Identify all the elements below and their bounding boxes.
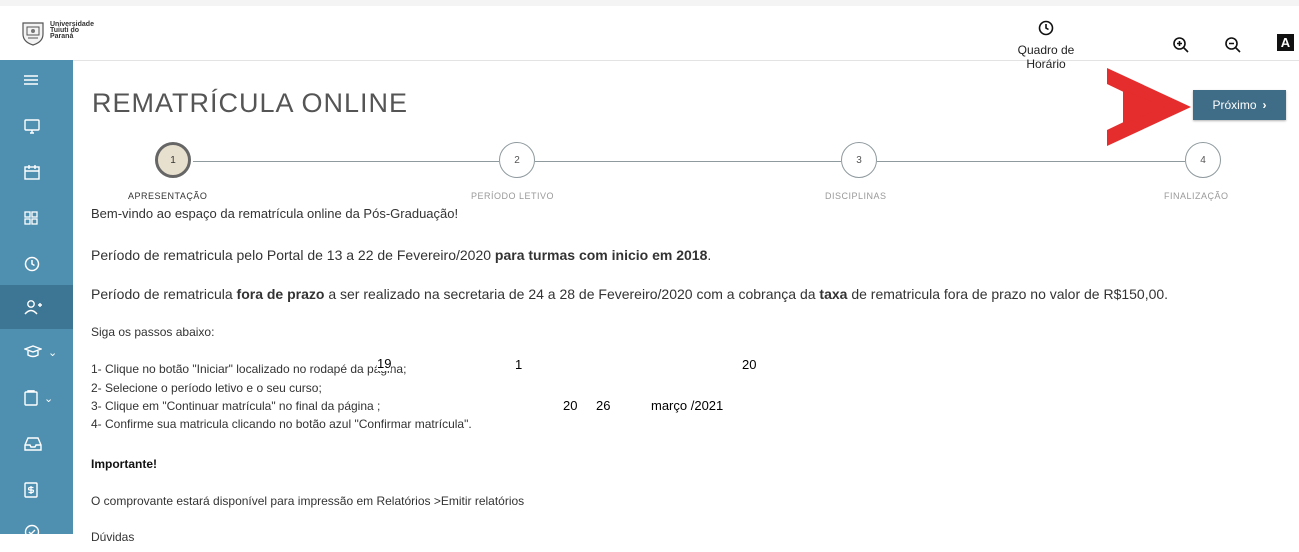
zoom-out-icon[interactable] [1224,36,1242,59]
sidebar-item-finance[interactable] [0,470,73,510]
graduation-icon [24,345,42,358]
step-2-circle[interactable]: 2 [499,142,535,178]
next-button-label: Próximo [1212,98,1257,112]
overlay-date: março /2021 [651,398,724,413]
late-text-mid: a ser realizado na secretaria de 24 a 28… [324,286,820,302]
sidebar-item-schedule[interactable] [0,244,73,284]
sidebar-item-inbox[interactable] [0,424,73,464]
monitor-icon [24,118,40,134]
important-heading: Importante! [91,457,157,471]
step-connector [535,161,841,162]
stepper: 1 2 3 4 APRESENTAÇÃO PERÍODO LETIVO DISC… [73,142,1299,204]
period-text: Período de rematricula pelo Portal de 13… [91,247,711,263]
step-1-circle[interactable]: 1 [155,142,191,178]
sidebar-menu-toggle[interactable] [0,60,73,100]
page-title: REMATRÍCULA ONLINE [92,88,409,118]
next-button[interactable]: Próximo › [1193,90,1286,120]
contrast-glyph: A [1280,35,1291,50]
step-instruction-1: 1- Clique no botão "Iniciar" localizado … [91,362,407,376]
period-text-bold: para turmas com inicio em 2018 [494,247,708,263]
sidebar-item-dashboard[interactable] [0,106,73,146]
period-text-pre: Período de rematricula pelo Portal de 13… [91,247,495,263]
step-connector [193,161,499,162]
step-3-circle[interactable]: 3 [841,142,877,178]
overlay-number: 19 [377,356,392,371]
zoom-in-icon[interactable] [1172,36,1190,59]
chevron-down-icon: ⌄ [48,346,58,359]
step-4-circle[interactable]: 4 [1185,142,1221,178]
step-1-label: APRESENTAÇÃO [128,191,208,201]
inbox-icon [24,437,42,451]
sidebar-item-enrollment[interactable] [0,285,73,329]
late-text-fee: taxa [819,286,848,302]
logo-text: Universidade Tuiuti do Paraná [50,21,94,40]
main-content: REMATRÍCULA ONLINE Próximo › 1 2 3 4 APR… [73,60,1299,544]
questions-text: Dúvidas [91,530,135,544]
late-text-bold: fora de prazo [236,286,325,302]
step-connector [877,161,1185,162]
top-bar: Universidade Tuiuti do Paraná Quadro de … [0,6,1299,71]
receipt-text: O comprovante estará disponível para imp… [91,494,525,508]
logo-line-3: Paraná [50,33,74,40]
overlay-number: 1 [515,357,523,372]
late-period-text: Período de rematricula fora de prazo a s… [91,286,1168,302]
check-circle-icon [24,524,40,540]
clock-icon [24,256,40,272]
welcome-text: Bem-vindo ao espaço da rematrícula onlin… [91,206,459,221]
overlay-number: 26 [596,398,611,413]
contrast-icon[interactable]: A [1277,34,1294,51]
calendar-icon [24,164,40,180]
step-instruction-4: 4- Confirme sua matricula clicando no bo… [91,417,472,431]
sidebar-item-calendar[interactable] [0,152,73,192]
step-4-label: FINALIZAÇÃO [1164,191,1229,201]
red-arrow-icon [1107,68,1191,146]
steps-intro: Siga os passos abaixo: [91,325,215,339]
chevron-down-icon: ⌄ [44,392,54,405]
step-instruction-2: 2- Selecione o período letivo e o seu cu… [91,381,322,395]
menu-icon [24,75,38,85]
chevron-right-icon: › [1262,98,1267,112]
clock-icon [1038,20,1054,36]
sidebar: ⌄ ⌄ [0,60,73,540]
step-3-label: DISCIPLINAS [825,191,887,201]
user-add-icon [24,300,42,315]
late-text-pre: Período de rematricula [91,286,237,302]
university-logo[interactable]: Universidade Tuiuti do Paraná [20,20,94,46]
clipboard-icon [24,390,38,406]
step-number: 1 [170,154,176,166]
overlay-number: 20 [742,357,757,372]
grid-icon [24,211,38,225]
sidebar-item-documents[interactable]: ⌄ [0,378,73,418]
sidebar-item-grid[interactable] [0,198,73,238]
finance-icon [24,482,38,498]
crest-icon [22,22,44,46]
step-number: 2 [514,154,520,166]
sidebar-item-approval[interactable] [0,512,73,552]
step-number: 4 [1200,154,1206,166]
step-2-label: PERÍODO LETIVO [471,191,555,201]
step-number: 3 [856,154,862,166]
overlay-number: 20 [563,398,578,413]
late-text-post: de rematricula fora de prazo no valor de… [847,286,1169,302]
period-text-post: . [707,247,712,263]
step-instruction-3: 3- Clique em "Continuar matrícula" no fi… [91,399,381,413]
sidebar-item-academic[interactable]: ⌄ [0,332,73,372]
